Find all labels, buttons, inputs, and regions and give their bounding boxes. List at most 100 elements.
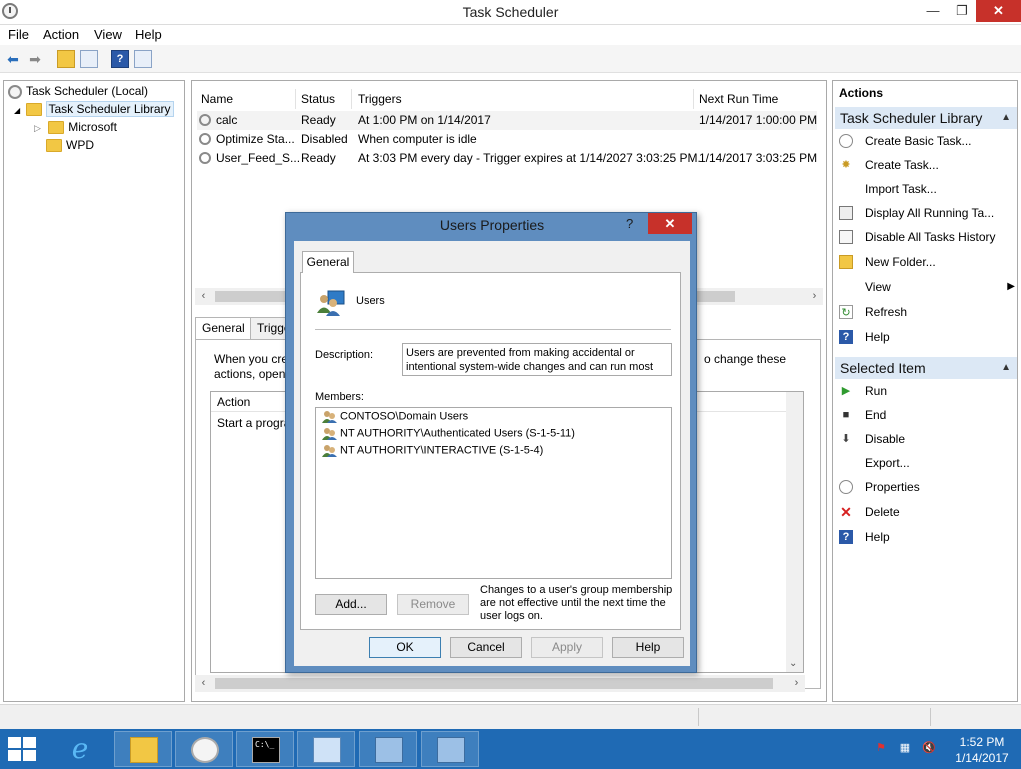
system-clock[interactable]: 1:52 PM 1/14/2017: [944, 734, 1020, 766]
collapse-arrow-icon[interactable]: ▲: [1001, 107, 1011, 129]
taskbar-task-scheduler[interactable]: [175, 731, 233, 767]
dialog-close-button[interactable]: ✕: [648, 213, 692, 234]
history-icon: [839, 230, 853, 244]
menu-help[interactable]: Help: [135, 27, 162, 42]
scroll-thumb[interactable]: [215, 678, 773, 689]
action-view[interactable]: View ▶: [835, 276, 1015, 298]
clock-icon: [191, 737, 219, 763]
separator: [315, 329, 671, 330]
up-folder-icon[interactable]: [57, 50, 75, 68]
taskbar-command-prompt[interactable]: C:\_: [236, 731, 294, 767]
dialog-help-text-button[interactable]: Help: [612, 637, 684, 658]
action-help[interactable]: ? Help: [835, 326, 1015, 348]
column-status[interactable]: Status: [301, 92, 335, 106]
column-name[interactable]: Name: [201, 92, 233, 106]
window-title: Task Scheduler: [462, 4, 559, 20]
action-create-basic-task[interactable]: Create Basic Task...: [835, 130, 1015, 152]
menu-action[interactable]: Action: [43, 27, 79, 42]
show-hide-action-pane-icon[interactable]: [134, 50, 152, 68]
taskbar-file-explorer[interactable]: [114, 731, 172, 767]
users-properties-dialog: Users Properties ? ✕ General Users Descr…: [285, 212, 697, 673]
action-delete[interactable]: ✕ Delete: [835, 501, 1015, 523]
ok-button[interactable]: OK: [369, 637, 441, 658]
member-item[interactable]: NT AUTHORITY\Authenticated Users (S-1-5-…: [322, 427, 575, 443]
action-export[interactable]: Export...: [835, 452, 1015, 474]
scroll-left-arrow-icon[interactable]: ‹: [195, 675, 212, 692]
action-disable[interactable]: ⬇ Disable: [835, 428, 1015, 450]
task-row[interactable]: calc Ready At 1:00 PM on 1/14/2017 1/14/…: [197, 111, 817, 130]
tree-item-root[interactable]: Task Scheduler (Local): [8, 82, 148, 100]
stop-icon: ■: [842, 409, 850, 421]
actions-title: Actions: [839, 86, 884, 100]
action-new-folder[interactable]: New Folder...: [835, 251, 1015, 273]
description-field[interactable]: Users are prevented from making accident…: [402, 343, 672, 376]
apply-button[interactable]: Apply: [531, 637, 603, 658]
menu-file[interactable]: File: [8, 27, 29, 42]
section-header-selected-item[interactable]: Selected Item ▲: [835, 357, 1017, 379]
action-end[interactable]: ■ End: [835, 404, 1015, 426]
start-button[interactable]: [8, 737, 38, 763]
taskbar-control-panel[interactable]: [297, 731, 355, 767]
dialog-help-button[interactable]: ?: [626, 216, 633, 231]
action-import-task[interactable]: Import Task...: [835, 178, 1015, 200]
close-button[interactable]: ✕: [976, 0, 1021, 22]
scroll-left-arrow-icon[interactable]: ‹: [195, 288, 212, 305]
action-table-vscrollbar[interactable]: ⌄: [786, 392, 803, 672]
action-disable-history[interactable]: Disable All Tasks History: [835, 226, 1015, 248]
tree-item-library[interactable]: ◢ Task Scheduler Library: [14, 100, 174, 118]
help-icon[interactable]: ?: [111, 50, 129, 68]
task-row[interactable]: Optimize Sta... Disabled When computer i…: [197, 130, 817, 149]
task-row[interactable]: User_Feed_S... Ready At 3:03 PM every da…: [197, 149, 817, 168]
menu-view[interactable]: View: [94, 27, 122, 42]
submenu-arrow-icon: ▶: [1007, 281, 1015, 292]
add-member-button[interactable]: Add...: [315, 594, 387, 615]
action-refresh[interactable]: ↻ Refresh: [835, 301, 1015, 323]
collapsed-arrow-icon[interactable]: ▷: [34, 123, 41, 133]
run-icon: ▶: [841, 385, 851, 397]
action-run[interactable]: ▶ Run: [835, 380, 1015, 402]
tree-item-microsoft[interactable]: ▷ Microsoft: [34, 118, 117, 136]
new-folder-icon: [839, 255, 853, 269]
remove-member-button[interactable]: Remove: [397, 594, 469, 615]
cancel-button[interactable]: Cancel: [450, 637, 522, 658]
action-properties[interactable]: Properties: [835, 476, 1015, 498]
menu-bar: File Action View Help: [0, 25, 1021, 45]
detail-hscrollbar[interactable]: ‹ ›: [195, 675, 805, 692]
internet-explorer-icon[interactable]: e: [62, 733, 98, 765]
action-create-task[interactable]: ✸ Create Task...: [835, 154, 1015, 176]
task-list-header: Name Status Triggers Next Run Time: [195, 89, 815, 109]
group-name: Users: [356, 295, 385, 307]
membership-note: Changes to a user's group membership are…: [480, 584, 673, 622]
action-center-flag-icon[interactable]: ⚑: [874, 741, 888, 755]
scroll-right-arrow-icon[interactable]: ›: [788, 675, 805, 692]
member-item[interactable]: CONTOSO\Domain Users: [322, 410, 468, 426]
minimize-button[interactable]: —: [918, 0, 948, 22]
task-clock-icon: [199, 114, 211, 126]
taskbar-users-console[interactable]: [359, 731, 417, 767]
column-triggers[interactable]: Triggers: [358, 92, 402, 106]
column-next-run-time[interactable]: Next Run Time: [699, 92, 778, 106]
forward-arrow-icon[interactable]: ➡: [26, 50, 44, 68]
scroll-right-arrow-icon[interactable]: ›: [806, 288, 823, 305]
tab-general[interactable]: General: [195, 317, 252, 339]
member-item[interactable]: NT AUTHORITY\INTERACTIVE (S-1-5-4): [322, 444, 543, 460]
volume-muted-icon[interactable]: 🔇: [922, 741, 936, 755]
help-icon: ?: [839, 330, 853, 344]
tab-general[interactable]: General: [302, 251, 354, 273]
delete-icon: ✕: [840, 504, 852, 520]
maximize-button[interactable]: ❐: [948, 0, 976, 22]
show-hide-console-tree-icon[interactable]: [80, 50, 98, 68]
action-display-running-tasks[interactable]: Display All Running Ta...: [835, 202, 1015, 224]
members-list[interactable]: CONTOSO\Domain Users NT AUTHORITY\Authen…: [315, 407, 672, 579]
expanded-arrow-icon[interactable]: ◢: [14, 106, 20, 115]
action-row[interactable]: Start a progra: [217, 416, 290, 430]
taskbar-users-console-2[interactable]: [421, 731, 479, 767]
action-help-selected[interactable]: ? Help: [835, 526, 1015, 548]
description-label: Description:: [315, 349, 374, 361]
network-icon[interactable]: ▦: [898, 741, 912, 755]
back-arrow-icon[interactable]: ⬅: [4, 50, 22, 68]
collapse-arrow-icon[interactable]: ▲: [1001, 357, 1011, 379]
scroll-down-arrow-icon[interactable]: ⌄: [789, 658, 797, 669]
tree-item-wpd[interactable]: WPD: [46, 136, 94, 154]
section-header-library[interactable]: Task Scheduler Library ▲: [835, 107, 1017, 129]
